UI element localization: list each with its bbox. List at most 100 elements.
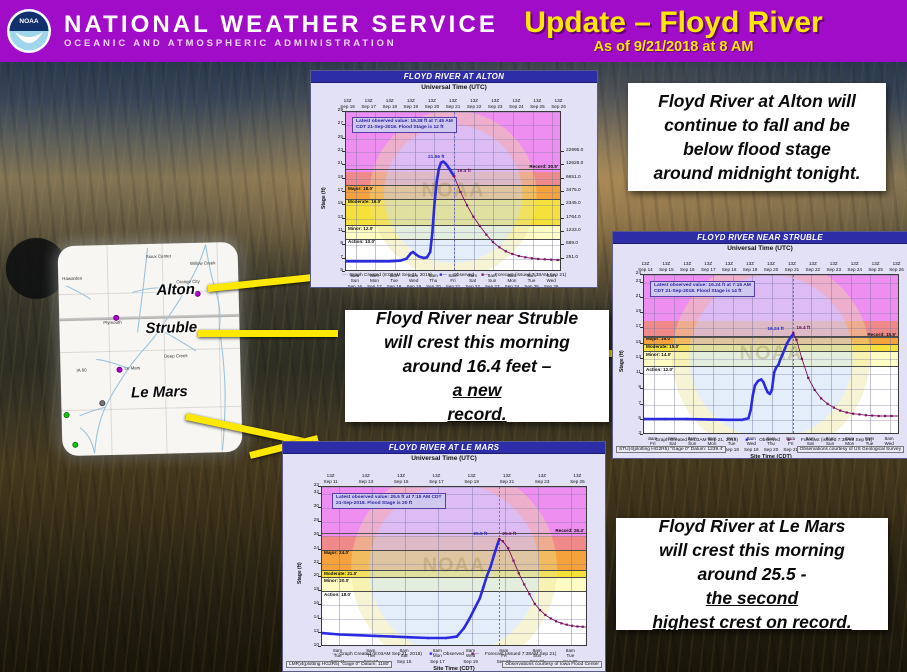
legend-forecast-label: Forecast (issued 7:38AM Sep 21): [484, 652, 557, 657]
agency-subtitle: OCEANIC AND ATMOSPHERIC ADMINISTRATION: [64, 38, 397, 49]
legend-observed-label: Observed: [453, 273, 474, 278]
flow-tick-mark: [561, 191, 564, 192]
y-tick-mark: [342, 124, 345, 126]
legend-forecast-label: Forecast (issued 7:38AM Sep 21): [494, 273, 567, 278]
y-tick-mark: [318, 520, 321, 522]
legend-graph-created: ···· Graph Created (8:03AM Sep 21, 2018): [341, 273, 433, 278]
x-axis-title: Site Time (CDT): [750, 454, 792, 459]
legend-observed-label: Observed: [443, 652, 464, 657]
utc-tick: 13Z Sep 19: [403, 98, 419, 109]
page-subtitle: As of 9/21/2018 at 8 AM: [593, 39, 754, 55]
chart-title: FLOYD RIVER AT ALTON: [311, 71, 597, 83]
y-tick-label: 10: [313, 643, 319, 648]
y-tick-mark: [318, 604, 321, 606]
legend-forecast: ■—: [471, 652, 479, 657]
crest-label-forecast: 25.5 ft: [502, 532, 517, 538]
y-tick-label: 28: [313, 517, 319, 523]
utc-tick: 13Z Sep 26: [551, 98, 566, 109]
utc-tick: 13Z Sep 17: [700, 261, 716, 272]
flow-tick-mark: [561, 204, 564, 206]
map-town-label: Hawarden: [62, 275, 83, 282]
utc-tick: 13Z Sep 24: [847, 261, 862, 272]
y-tick-mark: [318, 618, 321, 620]
utc-tick: 13Z Sep 23: [487, 98, 503, 109]
y-tick-label: 18: [313, 587, 319, 593]
observed-line-2: 21-Sep-2018. Flood Stage is 20 ft: [336, 501, 413, 507]
flow-tick-mark: [561, 151, 564, 152]
nws-brand: NOAA NATIONAL WEATHER SERVICE OCEANIC AN…: [0, 8, 498, 54]
map-town-label: Deep Creek: [164, 353, 188, 359]
y-tick-mark: [640, 312, 643, 314]
callout-line: continue to fall and be: [664, 115, 850, 135]
header-band: NOAA NATIONAL WEATHER SERVICE OCEANIC AN…: [0, 0, 907, 62]
utc-tick: 13Z Sep 22: [805, 261, 821, 272]
y-tick-mark: [640, 281, 643, 283]
y-tick-label: 24: [313, 545, 319, 551]
y-tick-label: 26: [313, 531, 319, 537]
hydrograph-series: [346, 160, 560, 263]
flow-tick-mark: [561, 231, 564, 232]
plot-area: NOAA Major: 16.0' Moderate: 15.0' Minor: 14…: [643, 274, 899, 434]
callout-alton: Floyd River at Alton will continue to fa…: [628, 83, 886, 191]
y-axis-label: Stage (ft): [297, 562, 303, 584]
y-axis-label: Stage (ft): [321, 187, 327, 209]
y-tick-label: 11: [636, 370, 641, 376]
y-tick-label: 9: [329, 241, 343, 246]
y-tick-mark: [318, 646, 321, 647]
noaa-logo: NOAA: [6, 8, 52, 54]
legend-forecast-label: Forecast (issued 7:38AM Sep 21): [800, 438, 873, 443]
utc-tick: 13Z Sep 21: [499, 473, 515, 484]
hydrograph-struble[interactable]: FLOYD RIVER NEAR STRUBLE Universal Time (…: [612, 231, 907, 459]
utc-tick: 13Z Sep 23: [826, 261, 842, 272]
y-tick-label: 12: [313, 629, 319, 635]
hydrograph-series: [322, 537, 586, 640]
utc-tick: 13Z Sep 22: [466, 98, 482, 109]
callout-line: around midnight tonight.: [653, 163, 861, 183]
y-tick-mark: [342, 204, 345, 206]
legend-observed: ■—: [439, 273, 448, 278]
utc-tick: 13Z Sep 16: [680, 261, 695, 272]
y-tick-label: 29: [337, 108, 343, 113]
utc-tick: 13Z Sep 19: [464, 473, 479, 484]
legend-graph-created: ···· Graph Created (8:03AM Sep 21, 2018): [331, 652, 423, 657]
flow-tick-label: 12628.0: [566, 161, 584, 167]
y-tick-mark: [640, 327, 643, 329]
map-town-label: Plymouth: [103, 319, 122, 326]
y-tick-label: 21: [337, 161, 343, 167]
map-town-label: Willow Creek: [189, 260, 216, 266]
utc-tick: 13Z Sep 26: [889, 261, 904, 272]
footer-courtesy: Observations courtesy of Iowa Flood Cent…: [502, 661, 602, 668]
flow-tick-label: 1764.0: [566, 214, 581, 220]
utc-tick: 13Z Sep 25: [530, 98, 545, 109]
utc-tick: 13Z Sep 21: [784, 261, 800, 272]
utc-tick: 13Z Sep 18: [382, 98, 398, 109]
latest-observed-box: Latest observed value: 19.38 ft at 7:45 …: [352, 117, 457, 134]
y-tick-mark: [640, 434, 643, 435]
y-tick-mark: [318, 506, 321, 508]
footer-datum: LMR)4(plotting HG2R5) "Gage 0" Datum: 11…: [286, 661, 393, 668]
page-title: Update – Floyd River: [524, 6, 823, 39]
y-tick-mark: [342, 271, 345, 272]
svg-text:NOAA: NOAA: [19, 18, 38, 25]
y-tick-mark: [342, 111, 345, 112]
y-tick-mark: [318, 576, 321, 578]
y-tick-label: 24: [635, 271, 641, 276]
y-tick-label: 23: [635, 278, 641, 284]
y-tick-label: 15: [337, 201, 343, 207]
y-tick-label: 17: [635, 324, 641, 330]
hydrograph-lemars[interactable]: FLOYD RIVER AT LE MARS Universal Time (UT…: [282, 441, 606, 672]
chart-utc-ticks: 13Z Sep 14 13Z Sep 15 13Z Sep 16 13Z Sep 17 13Z S…: [635, 259, 907, 272]
map-town-label: Le Mars: [124, 365, 141, 371]
y-tick-label: 21: [635, 293, 641, 299]
y-tick-label: 19: [337, 174, 343, 180]
callout-line: around 16.4 feet – a new: [402, 356, 552, 400]
y-tick-label: 17: [337, 188, 343, 193]
y-tick-label: 13: [337, 214, 343, 220]
hydrograph-alton[interactable]: FLOYD RIVER AT ALTON Universal Time (UTC)…: [310, 70, 598, 288]
y-tick-mark: [342, 164, 345, 166]
map-town-label: IA 60: [76, 367, 87, 373]
y-tick-mark: [640, 274, 643, 275]
y-tick-label: 13: [635, 354, 641, 360]
y-tick-label: 16: [313, 601, 319, 607]
y-tick-mark: [640, 418, 643, 420]
